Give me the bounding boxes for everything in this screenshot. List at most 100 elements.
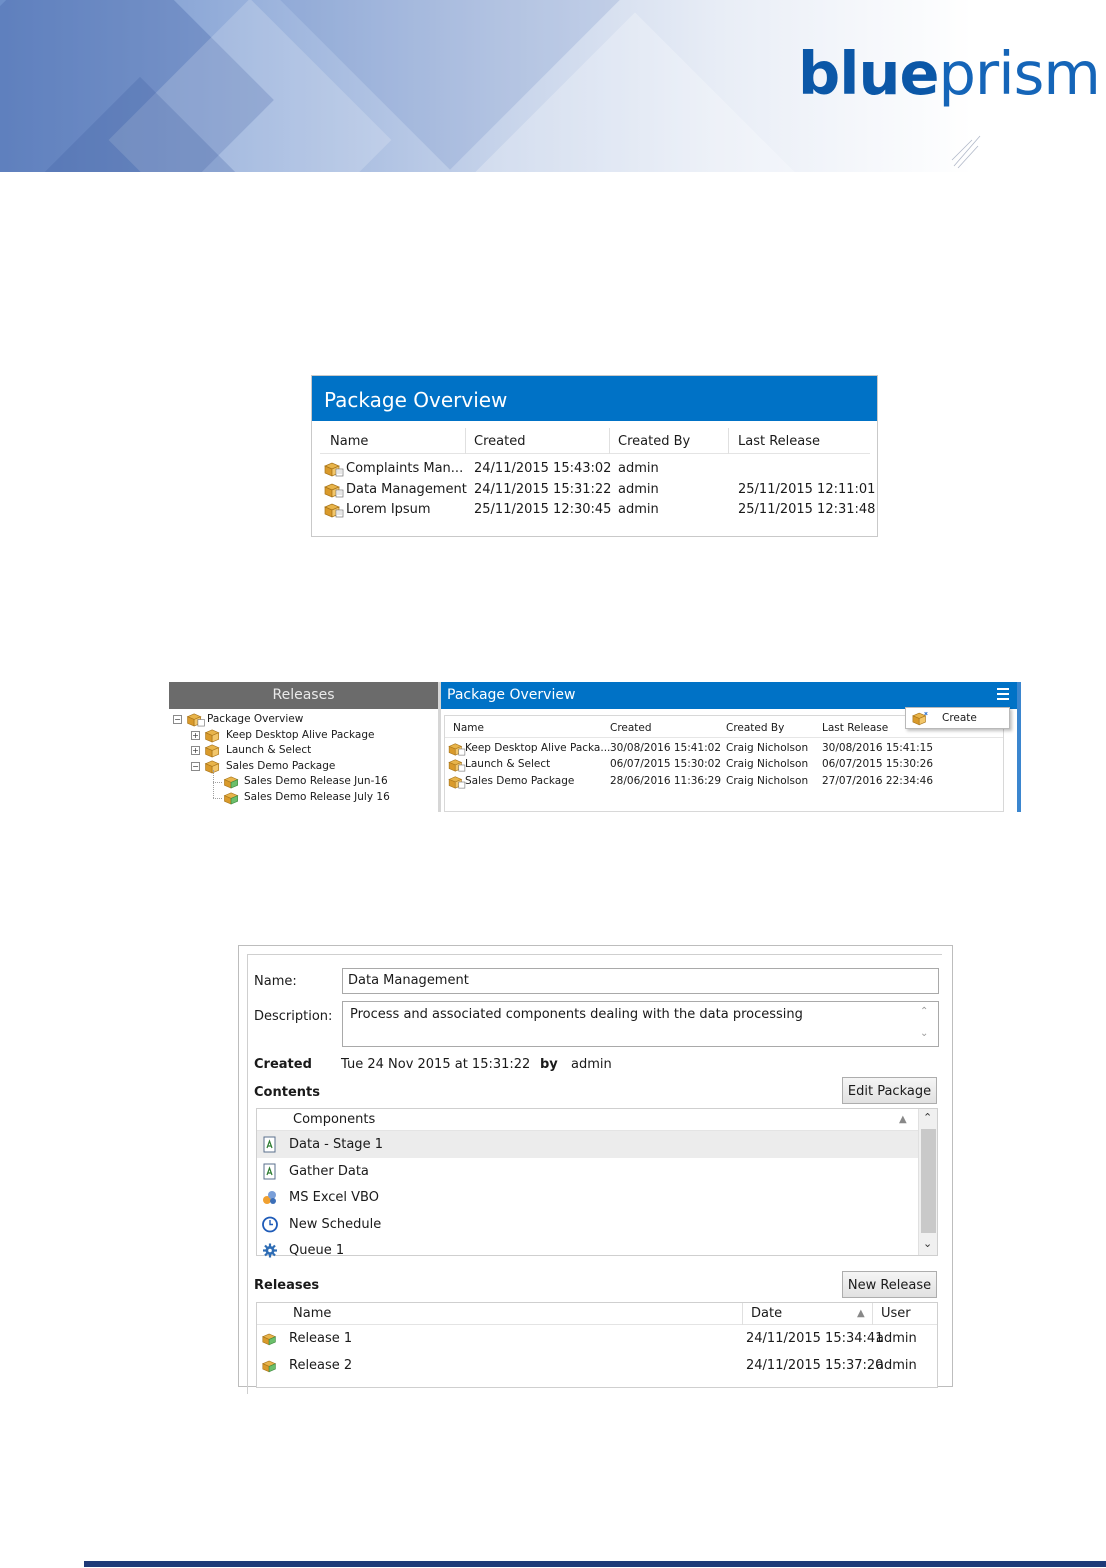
cell-created: 06/07/2015 15:30:02: [610, 758, 722, 771]
cell-created: 25/11/2015 12:30:45: [474, 502, 612, 517]
column-header-created[interactable]: Created: [474, 434, 525, 449]
created-value: Tue 24 Nov 2015 at 15:31:22: [341, 1057, 531, 1072]
column-header-user[interactable]: User: [881, 1306, 911, 1321]
sort-ascending-icon: ▲: [857, 1308, 865, 1319]
table-row[interactable]: Data Management 24/11/2015 15:31:22 admi…: [320, 479, 875, 500]
table-row[interactable]: Sales Demo Package 28/06/2016 11:36:29 C…: [445, 773, 1003, 789]
scroll-down-icon[interactable]: ⌄: [920, 1028, 928, 1039]
column-header-name[interactable]: Name: [293, 1306, 331, 1321]
list-item-label: Data - Stage 1: [289, 1137, 383, 1152]
table-row[interactable]: Release 2 24/11/2015 15:37:20 admin: [257, 1352, 937, 1379]
list-item-label: Queue 1: [289, 1243, 345, 1258]
column-header-name[interactable]: Name: [453, 722, 484, 734]
menu-icon[interactable]: [997, 688, 1009, 700]
description-scrollbar[interactable]: ⌃ ⌄: [920, 1004, 934, 1044]
package-grid: Name Created Created By Last Release Kee…: [444, 715, 1004, 812]
table-row[interactable]: Keep Desktop Alive Packa... 30/08/2016 1…: [445, 740, 1003, 756]
tree-node-release-jun16[interactable]: Sales Demo Release Jun-16: [169, 770, 438, 790]
context-menu: Create: [905, 707, 1010, 729]
cell-created-by: Craig Nicholson: [726, 742, 809, 754]
new-release-button[interactable]: New Release: [842, 1271, 937, 1298]
cell-created: 30/08/2016 15:41:02: [610, 742, 722, 754]
tree-node-package-overview[interactable]: − Package Overview: [169, 712, 438, 728]
business-object-icon: [263, 1191, 276, 1204]
list-item[interactable]: MS Excel VBO: [257, 1184, 937, 1211]
grid-header: Name Created Created By Last Release: [320, 428, 870, 454]
expand-icon[interactable]: +: [191, 730, 200, 740]
scrollbar-thumb[interactable]: [921, 1129, 936, 1233]
list-item-label: MS Excel VBO: [289, 1190, 379, 1205]
blueprism-logo: blueprism: [798, 44, 1101, 103]
cell-date: 24/11/2015 15:37:20: [746, 1357, 884, 1373]
releases-tree: − Package Overview + Keep Desktop Alive …: [169, 712, 438, 806]
list-item-label: Gather Data: [289, 1163, 369, 1179]
column-header-components[interactable]: Components: [293, 1112, 375, 1127]
column-header-created-by[interactable]: Created By: [618, 434, 690, 449]
column-header-created[interactable]: Created: [610, 722, 652, 734]
scroll-down-icon[interactable]: ⌄: [923, 1237, 932, 1250]
column-header-date[interactable]: Date: [751, 1306, 782, 1321]
table-row[interactable]: Complaints Man... 24/11/2015 15:43:02 ad…: [320, 458, 870, 479]
table-row[interactable]: Launch & Select 06/07/2015 15:30:02 Crai…: [445, 756, 1003, 772]
tree-node-sales-demo[interactable]: − Sales Demo Package: [169, 759, 438, 775]
table-row[interactable]: Lorem Ipsum 25/11/2015 12:30:45 admin 25…: [320, 499, 875, 520]
cell-name: Release 2: [289, 1357, 353, 1373]
process-icon: [263, 1136, 276, 1153]
created-label: Created: [254, 1057, 312, 1072]
releases-window: Releases − Package Overview + Keep Deskt…: [169, 682, 1021, 812]
name-field[interactable]: Data Management: [342, 968, 939, 994]
column-header-last-release[interactable]: Last Release: [738, 434, 820, 449]
context-menu-create[interactable]: Create: [942, 712, 977, 724]
description-field[interactable]: Process and associated components dealin…: [342, 1001, 939, 1047]
tree-node-label: Sales Demo Release Jun-16: [244, 775, 388, 788]
name-label: Name:: [254, 974, 297, 989]
tree-node-label: Keep Desktop Alive Package: [226, 728, 375, 741]
logo-sparkle-icon: [951, 135, 981, 169]
releases-list: Name Date ▲ User Release 1 24/11/2015 15…: [256, 1302, 938, 1388]
components-scrollbar[interactable]: ⌃ ⌄: [918, 1109, 937, 1255]
gear-icon: [263, 1243, 277, 1258]
scroll-up-icon[interactable]: ⌃: [920, 1006, 928, 1017]
list-item[interactable]: Data - Stage 1: [257, 1131, 937, 1158]
list-item[interactable]: Gather Data: [257, 1158, 937, 1185]
releases-label: Releases: [254, 1278, 320, 1293]
clock-icon: [262, 1216, 278, 1232]
collapse-icon[interactable]: −: [173, 715, 182, 724]
table-row[interactable]: Release 1 24/11/2015 15:34:41 admin: [257, 1325, 937, 1352]
tree-node-release-july16[interactable]: Sales Demo Release July 16: [169, 781, 438, 808]
cell-last-release: 25/11/2015 12:11:01: [738, 481, 876, 497]
cell-created-by: admin: [618, 502, 659, 517]
cell-last-release: 30/08/2016 15:41:15: [822, 742, 934, 754]
cell-created-by: admin: [618, 481, 659, 497]
cell-name: Keep Desktop Alive Packa...: [465, 742, 611, 754]
tree-node-label: Sales Demo Release July 16: [244, 790, 390, 803]
collapse-icon[interactable]: −: [191, 761, 200, 771]
column-header-name[interactable]: Name: [330, 434, 368, 449]
tree-node-launch-select[interactable]: + Launch & Select: [169, 743, 438, 759]
package-details-window: Name: Data Management Description: Proce…: [238, 945, 953, 1394]
tree-node-keep-desktop-alive[interactable]: + Keep Desktop Alive Package: [169, 728, 438, 744]
list-item[interactable]: New Schedule: [257, 1211, 937, 1238]
releases-pane-title: Releases: [169, 682, 438, 709]
cell-user: admin: [876, 1331, 917, 1346]
list-item[interactable]: Queue 1: [257, 1237, 937, 1264]
by-value: admin: [571, 1057, 612, 1072]
edit-package-button[interactable]: Edit Package: [842, 1077, 937, 1104]
package-details-pane: Name: Data Management Description: Proce…: [247, 954, 942, 1394]
column-header-last-release[interactable]: Last Release: [822, 722, 888, 734]
expand-icon[interactable]: +: [191, 746, 200, 756]
panel-title: Package Overview: [312, 376, 877, 421]
footer-bar: [84, 1561, 1106, 1567]
scroll-up-icon[interactable]: ⌃: [923, 1111, 932, 1124]
release-icon: [222, 790, 242, 808]
column-header-created-by[interactable]: Created By: [726, 722, 784, 734]
description-field-value: Process and associated components dealin…: [350, 1007, 803, 1022]
cell-created-by: Craig Nicholson: [726, 774, 809, 787]
cell-created: 24/11/2015 15:31:22: [474, 481, 612, 497]
tree-node-label: Package Overview: [207, 713, 304, 725]
release-icon: [262, 1360, 277, 1372]
list-header: Name Date ▲ User: [257, 1303, 937, 1325]
name-field-value: Data Management: [348, 973, 469, 988]
list-header: Components ▲: [257, 1109, 937, 1131]
tree-node-label: Launch & Select: [226, 744, 312, 757]
